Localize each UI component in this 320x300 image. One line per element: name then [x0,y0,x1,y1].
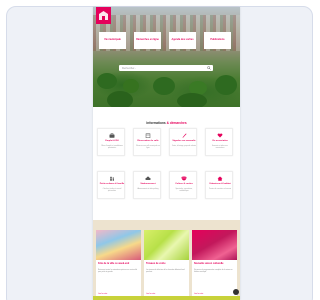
mask-icon [181,176,187,181]
city-logo[interactable] [96,7,111,24]
hero-button-1[interactable]: Vie municipale [99,32,126,49]
service-card[interactable]: Réservation de salle Réservez une salle … [133,128,161,156]
calendar-icon [145,133,151,138]
services-heading: Informations & démarches [146,121,187,125]
hero-button-2[interactable]: Démarches en ligne [134,32,161,49]
service-card[interactable]: Petite enfance & famille Crèches, écoles… [97,171,125,199]
news-photo [96,230,141,260]
news-card[interactable]: Fête de la ville ce week-end Retrouvez t… [96,230,141,300]
service-card[interactable]: Signaler une anomalie Voirie, éclairage,… [169,128,197,156]
hero-button-4[interactable]: Publications [204,32,231,49]
service-card[interactable]: Vie associative Annuaire et aides aux as… [205,128,233,156]
search-icon[interactable] [207,66,211,70]
news-section: Fête de la ville ce week-end Retrouvez t… [93,220,240,300]
home-icon [217,176,223,181]
heart-icon [217,133,223,138]
scroll-to-top-button[interactable] [233,289,239,295]
hero-button-3[interactable]: Agenda des sorties [169,32,196,49]
news-photo [144,230,189,260]
website-preview[interactable]: Vie municipale Démarches en ligne Agenda… [93,7,240,300]
service-card[interactable]: Culture & sorties Spectacles, exposition… [169,171,197,199]
family-icon [110,176,114,181]
service-card[interactable]: Urbanisme & habitat Permis de construire… [205,171,233,199]
tools-icon [182,133,187,138]
service-card[interactable]: Emploi & RH Offres d'emploi et candidatu… [97,128,125,156]
news-card[interactable]: Nouvelle saison culturelle Découvrez la … [192,230,237,300]
briefcase-icon [109,133,115,138]
news-photo [192,230,237,260]
search-bar[interactable]: Rechercher... [119,65,213,71]
car-icon [145,176,151,180]
footer-strip [93,296,240,300]
search-input[interactable]: Rechercher... [122,67,136,70]
service-card[interactable]: Stationnement Abonnements et infos parki… [133,171,161,199]
news-card[interactable]: Travaux de voirie Les travaux de réfecti… [144,230,189,300]
hero-banner: Vie municipale Démarches en ligne Agenda… [93,7,240,107]
